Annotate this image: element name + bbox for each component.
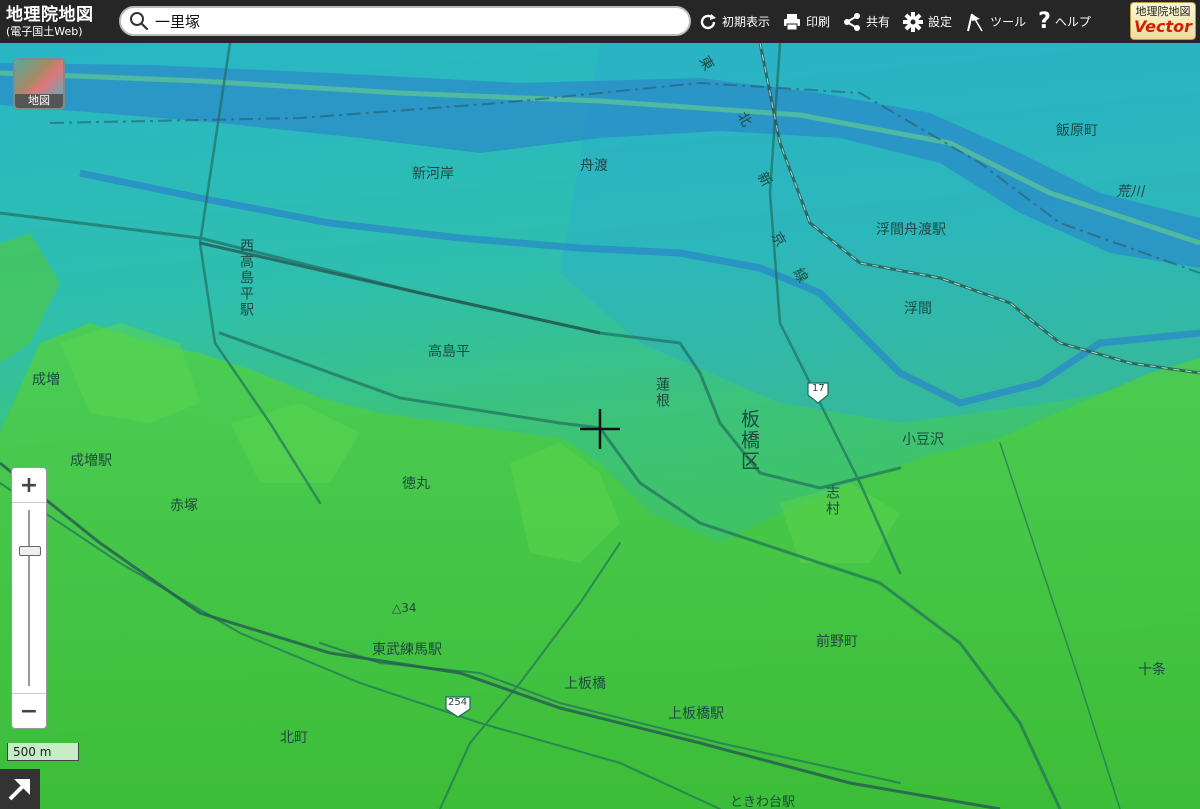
help-button[interactable]: ? ヘルプ <box>1038 9 1091 34</box>
zoom-slider-track[interactable] <box>28 510 30 686</box>
vector-line1: 地理院地図 <box>1135 5 1191 18</box>
gear-icon <box>903 11 924 32</box>
label-shingashi: 新河岸 <box>412 166 454 182</box>
zoom-control: + − <box>11 467 47 729</box>
logo-subtitle: (電子国土Web) <box>6 24 83 38</box>
label-maenocho: 前野町 <box>816 634 858 650</box>
header-bar: 地理院地図 (電子国土Web) 初期表示 印刷 <box>0 0 1200 43</box>
label-tokumaru: 徳丸 <box>402 476 430 492</box>
label-takashimadaira: 高島平 <box>428 344 470 360</box>
print-button[interactable]: 印刷 <box>782 12 830 32</box>
help-label: ヘルプ <box>1054 15 1091 29</box>
search-box <box>119 6 691 36</box>
search-icon <box>130 12 149 31</box>
share-button[interactable]: 共有 <box>842 12 890 32</box>
map-canvas[interactable]: 17 254 新河岸 舟渡 東 北 新 京 線 飯原町 荒川 浮間舟渡駅 浮間 … <box>0 43 1200 809</box>
scale-bar: 500 m <box>7 743 79 761</box>
label-tobu-nerima-station: 東武練馬駅 <box>372 642 442 658</box>
settings-label: 設定 <box>928 15 953 29</box>
tools-label: ツール <box>990 15 1027 29</box>
reset-view-label: 初期表示 <box>722 15 771 29</box>
expand-panel-button[interactable] <box>0 769 40 809</box>
label-funado: 舟渡 <box>580 158 608 174</box>
share-icon <box>844 12 861 31</box>
vector-map-button[interactable]: 地理院地図 Vector <box>1130 2 1196 40</box>
logo-title: 地理院地図 <box>6 4 94 25</box>
label-iiharacho: 飯原町 <box>1056 123 1098 139</box>
zoom-slider-handle[interactable] <box>19 546 41 556</box>
route-17-number: 17 <box>812 383 825 394</box>
site-logo[interactable]: 地理院地図 (電子国土Web) <box>0 4 118 38</box>
route-254-number: 254 <box>448 697 468 708</box>
layer-thumbnail <box>15 60 63 98</box>
center-crosshair <box>580 409 620 449</box>
print-label: 印刷 <box>806 15 831 29</box>
printer-icon <box>784 13 801 30</box>
label-arakawa: 荒川 <box>1116 184 1144 200</box>
label-ukima-funado-station: 浮間舟渡駅 <box>876 222 946 238</box>
label-azusawa: 小豆沢 <box>902 432 944 448</box>
label-akatsuka: 赤塚 <box>170 498 198 514</box>
label-narimasu: 成増 <box>32 372 60 388</box>
label-narimasu-station: 成増駅 <box>70 453 112 469</box>
share-label: 共有 <box>866 15 891 29</box>
label-tokiwadai-station: ときわ台駅 <box>730 795 796 809</box>
reset-view-button[interactable]: 初期表示 <box>698 12 770 32</box>
search-input[interactable] <box>153 11 657 31</box>
label-jujo: 十条 <box>1138 662 1166 678</box>
zoom-out-button[interactable]: − <box>12 693 46 728</box>
arrow-up-right-icon <box>8 779 30 801</box>
label-kamiitabashi: 上板橋 <box>564 676 606 692</box>
label-kitamachi: 北町 <box>280 730 308 746</box>
refresh-icon <box>700 13 716 29</box>
label-itabashi-ku: 板橋区 <box>738 409 760 472</box>
label-nishi-takashimadaira-station: 西高島平駅 <box>238 238 254 318</box>
settings-button[interactable]: 設定 <box>902 11 952 33</box>
vector-line2: Vector <box>1133 17 1193 36</box>
layer-select-label: 地図 <box>15 94 63 108</box>
zoom-in-button[interactable]: + <box>12 468 46 503</box>
label-kamiitabashi-station: 上板橋駅 <box>668 706 724 722</box>
toolbar: 初期表示 印刷 共有 設定 ツール ? ヘルプ <box>698 0 1103 43</box>
label-shimura: 志村 <box>824 485 840 517</box>
label-hasune: 蓮根 <box>654 377 670 409</box>
label-ukima: 浮間 <box>904 301 932 317</box>
tools-button[interactable]: ツール <box>964 11 1026 33</box>
tools-icon <box>967 13 983 31</box>
question-icon: ? <box>1038 9 1051 34</box>
layer-select-button[interactable]: 地図 <box>13 58 65 110</box>
label-elevation-point: △34 <box>392 601 417 615</box>
